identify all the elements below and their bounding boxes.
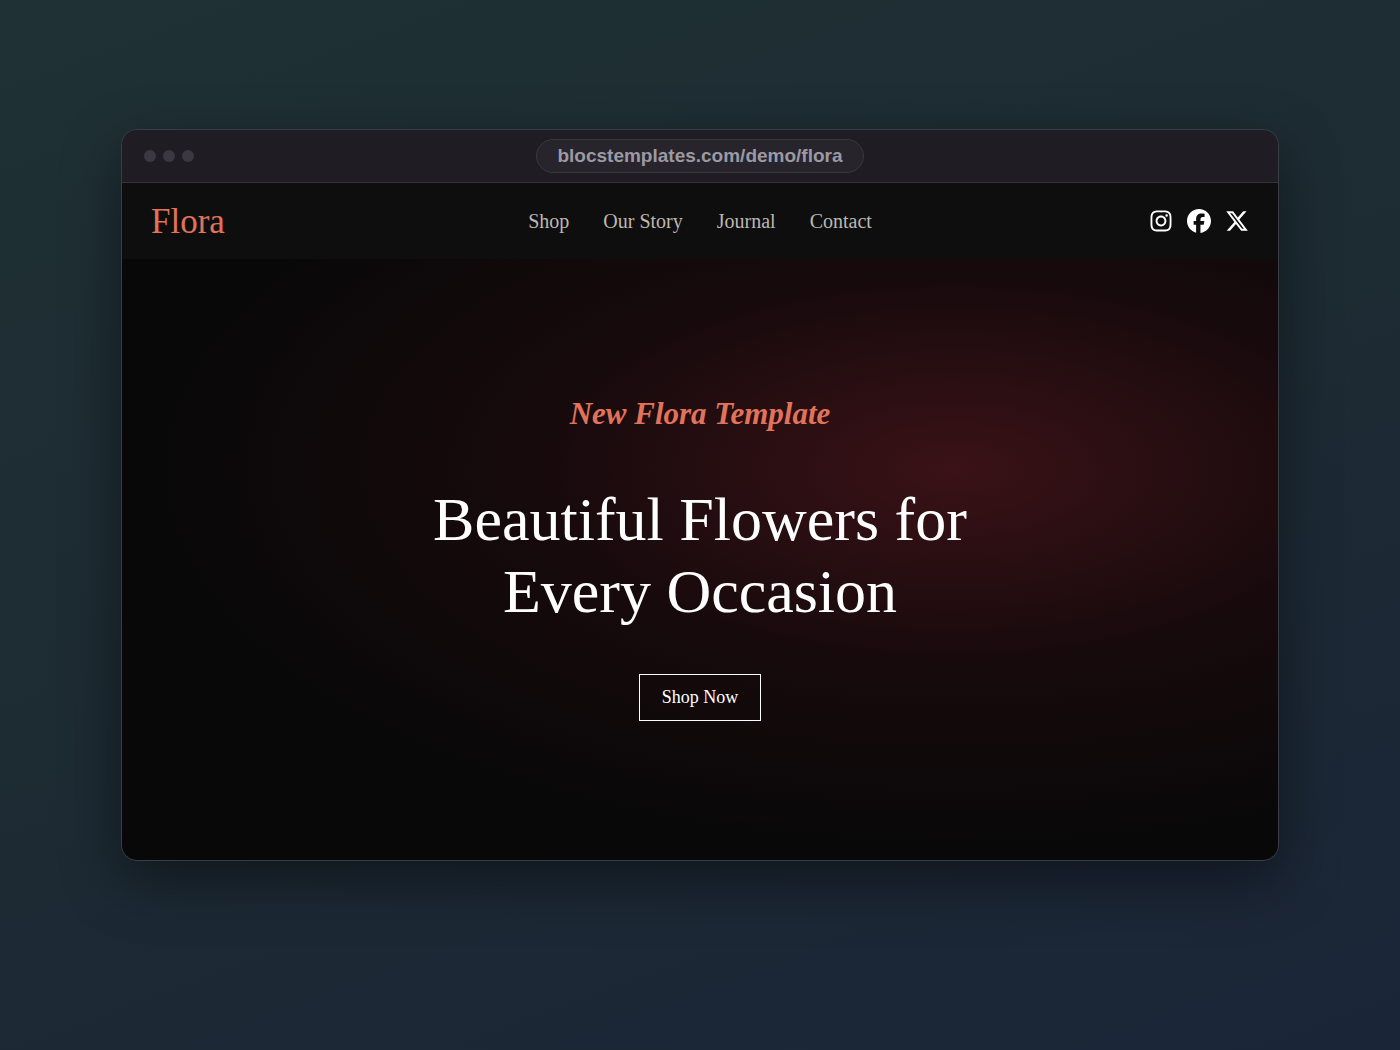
hero-tagline: New Flora Template [570, 396, 831, 432]
maximize-dot-icon[interactable] [182, 150, 194, 162]
x-icon[interactable] [1225, 209, 1249, 233]
close-dot-icon[interactable] [144, 150, 156, 162]
browser-window: blocstemplates.com/demo/flora Flora Shop Ou… [121, 129, 1279, 861]
nav-link[interactable]: Our Story [603, 206, 682, 236]
nav-link[interactable]: Shop [528, 206, 569, 236]
page: blocstemplates.com/demo/flora Flora Shop Ou… [0, 0, 1400, 1050]
facebook-icon[interactable] [1187, 209, 1211, 233]
hero-heading: Beautiful Flowers forEvery Occasion [433, 483, 967, 627]
hero: New Flora Template Beautiful Flowers forE… [122, 259, 1278, 860]
nav-link[interactable]: Contact [810, 206, 872, 236]
address-bar[interactable]: blocstemplates.com/demo/flora [536, 139, 863, 173]
instagram-icon[interactable] [1149, 209, 1173, 233]
social-links [1149, 209, 1249, 233]
shop-now-button[interactable]: Shop Now [639, 674, 762, 721]
minimize-dot-icon[interactable] [163, 150, 175, 162]
title-bar: blocstemplates.com/demo/flora [122, 130, 1278, 183]
nav-link[interactable]: Journal [717, 206, 776, 236]
logo[interactable]: Flora [151, 204, 225, 239]
site-nav: Flora Shop Our Story Journal Contact [122, 183, 1278, 259]
nav-links: Shop Our Story Journal Contact [528, 206, 872, 236]
window-controls [144, 150, 194, 162]
